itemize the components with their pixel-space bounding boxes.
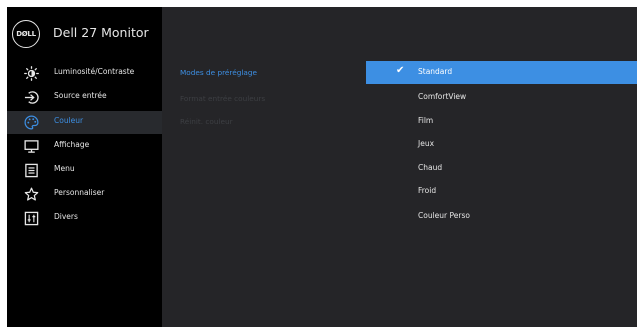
sidebar-item-label: Source entrée	[54, 91, 107, 100]
monitor-model-title: Dell 27 Monitor	[53, 25, 149, 40]
palette-icon	[24, 115, 39, 130]
option-label: Couleur Perso	[418, 211, 470, 220]
option-label: Froid	[418, 186, 437, 195]
option-chaud[interactable]: Chaud	[366, 157, 637, 180]
dell-logo: DØLL	[12, 20, 40, 48]
option-couleur-perso[interactable]: Couleur Perso	[366, 205, 637, 228]
option-jeux[interactable]: Jeux	[366, 133, 637, 156]
option-label: Standard	[418, 67, 453, 76]
sidebar-item-input-source[interactable]: Source entrée	[7, 86, 162, 109]
brand-header: DØLL Dell 27 Monitor	[7, 7, 162, 59]
sidebar-item-label: Luminosité/Contraste	[54, 67, 135, 76]
option-comfortview[interactable]: ComfortView	[366, 86, 637, 109]
sidebar-item-label: Affichage	[54, 140, 90, 149]
star-icon	[24, 187, 39, 201]
sidebar-item-menu[interactable]: Menu	[7, 159, 162, 182]
sidebar-item-brightness-contrast[interactable]: Luminosité/Contraste	[7, 62, 162, 85]
sidebar-item-color[interactable]: Couleur	[7, 111, 162, 134]
sidebar-item-personalize[interactable]: Personnaliser	[7, 183, 162, 206]
input-source-icon	[24, 91, 39, 104]
option-standard[interactable]: ✔ Standard	[366, 61, 637, 84]
option-label: Film	[418, 116, 434, 125]
option-label: Chaud	[418, 163, 443, 172]
display-icon	[24, 140, 39, 153]
option-film[interactable]: Film	[366, 110, 637, 133]
sidebar: DØLL Dell 27 Monitor Luminosité/Contrast…	[7, 7, 162, 327]
option-froid[interactable]: Froid	[366, 180, 637, 203]
sidebar-item-label: Divers	[54, 212, 78, 221]
option-label: Jeux	[418, 139, 435, 148]
monitor-osd: DØLL Dell 27 Monitor Luminosité/Contrast…	[7, 7, 637, 327]
brightness-icon	[24, 66, 39, 81]
sidebar-item-label: Personnaliser	[54, 188, 105, 197]
checkmark-icon: ✔	[396, 65, 405, 76]
submenu-item-reset-color: Réinit. couleur	[180, 117, 233, 126]
sidebar-item-label: Menu	[54, 164, 75, 173]
submenu-item-input-color-format: Format entrée couleurs	[180, 94, 266, 103]
submenu-item-preset-modes[interactable]: Modes de préréglage	[180, 68, 257, 77]
sliders-icon	[24, 211, 39, 226]
sidebar-item-others[interactable]: Divers	[7, 207, 162, 230]
sidebar-item-label: Couleur	[54, 116, 84, 125]
option-label: ComfortView	[418, 92, 467, 101]
menu-icon	[25, 163, 38, 178]
sidebar-item-display[interactable]: Affichage	[7, 135, 162, 158]
